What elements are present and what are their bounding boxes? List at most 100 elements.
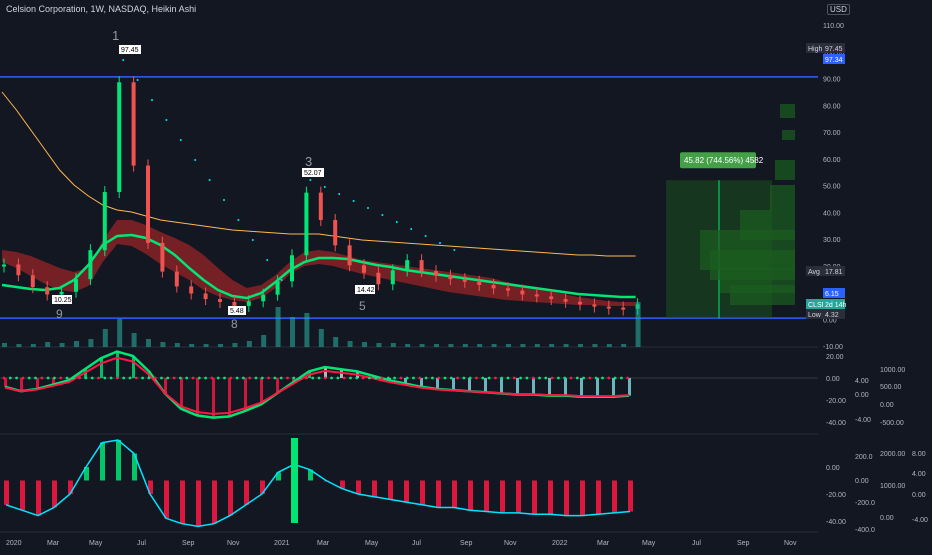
osc1-zero-dot <box>191 376 195 380</box>
osc1-zero-dot <box>550 376 554 380</box>
volume-bar <box>635 302 641 347</box>
osc1-zero-dot <box>494 376 497 380</box>
wave-label-3: 3 <box>305 154 312 169</box>
volume-bar <box>304 313 310 347</box>
osc1-histogram-bar <box>244 378 247 411</box>
osc2-tick-mid: 200.0 <box>855 454 873 461</box>
time-axis-label: Jul <box>412 540 421 547</box>
volume-bar <box>203 344 209 347</box>
osc1-zero-dot <box>462 376 466 380</box>
high-value-tag: 97.45 <box>825 46 843 53</box>
osc1-zero-dot <box>298 376 302 380</box>
time-axis-label: Jul <box>137 540 146 547</box>
volume-bar <box>290 317 295 347</box>
volume-bar <box>621 344 627 347</box>
osc1-zero-dot <box>216 376 220 380</box>
osc1-zero-dot <box>8 376 12 380</box>
candle-body <box>2 264 6 267</box>
osc1-zero-dot <box>229 376 233 380</box>
osc1-histogram-bar <box>500 378 503 394</box>
osc1-zero-dot <box>34 376 37 380</box>
osc1-zero-dot <box>569 376 573 380</box>
candle-body <box>131 82 136 166</box>
currency-badge[interactable]: USD <box>827 4 850 15</box>
time-axis-label: Sep <box>737 540 750 547</box>
trail-dot <box>223 199 225 201</box>
osc1-zero-dot <box>242 376 245 380</box>
osc2-bar <box>4 480 9 505</box>
osc1-zero-dot <box>109 376 113 380</box>
high-tag: High <box>808 46 823 53</box>
osc2-tick-left: -20.00 <box>826 492 846 499</box>
osc1-histogram-bar <box>532 378 535 395</box>
osc1-zero-dot <box>59 376 63 380</box>
candle-body <box>578 301 582 305</box>
blue-line-value-tag: 97.34 <box>825 57 843 64</box>
trail-dot <box>251 239 254 241</box>
osc1-zero-dot <box>481 376 485 380</box>
volume-bar <box>477 344 483 347</box>
osc2-bar <box>420 480 425 505</box>
osc2-bar <box>228 480 233 516</box>
trail-dot <box>453 249 456 251</box>
candle-body <box>160 242 165 272</box>
osc1-zero-dot <box>468 376 472 380</box>
volume-bar <box>549 344 555 347</box>
trail-dot <box>352 200 355 202</box>
time-axis-label: 2020 <box>6 540 22 547</box>
osc2-bar <box>564 480 569 516</box>
osc1-zero-dot <box>90 376 94 380</box>
osc1-zero-dot <box>487 376 491 380</box>
volume-bar <box>102 329 108 347</box>
candle-body <box>477 281 482 285</box>
volume-profile-bar <box>730 285 795 305</box>
volume-bar <box>261 335 267 347</box>
osc2-bar <box>372 480 377 497</box>
candle-body <box>376 272 381 285</box>
candle-body <box>506 288 510 291</box>
time-axis-label: Nov <box>504 540 517 547</box>
osc2-bar <box>180 480 185 524</box>
candle-body <box>606 306 611 309</box>
osc1-zero-dot <box>588 376 592 380</box>
osc1-zero-dot <box>260 376 264 380</box>
volume-bar <box>131 333 137 347</box>
trail-dot <box>194 159 197 161</box>
osc1-zero-dot <box>563 376 567 380</box>
osc1-histogram-bar <box>116 351 119 378</box>
symbol-title: Celsion Corporation, 1W, NASDAQ, Heikin … <box>6 4 197 14</box>
osc2-bar <box>404 480 409 503</box>
trail-dot <box>395 221 398 223</box>
candle-body <box>102 192 107 251</box>
osc1-zero-dot <box>374 376 378 380</box>
volume-bar <box>174 343 180 347</box>
osc1-zero-dot <box>311 376 315 380</box>
time-axis-label: May <box>642 540 656 547</box>
volume-bar <box>405 344 411 347</box>
osc1-zero-dot <box>437 376 441 380</box>
trail-dot <box>237 219 240 221</box>
osc1-histogram-bar <box>516 378 519 395</box>
price-tick-label: 50.00 <box>823 184 841 191</box>
candle-body <box>563 299 568 302</box>
osc1-zero-dot <box>506 376 510 380</box>
time-axis-label: May <box>89 540 103 547</box>
osc1-tick-left: -20.00 <box>826 398 846 405</box>
volume-bar <box>592 344 598 347</box>
chart-canvas[interactable]: 110.00100.0090.0080.0070.0060.0050.0040.… <box>0 0 932 550</box>
osc1-histogram-bar <box>180 378 183 409</box>
osc1-zero-dot <box>21 376 25 380</box>
time-axis-label: 2021 <box>274 540 290 547</box>
osc2-tick-mid: 0.00 <box>855 478 869 485</box>
osc1-zero-dot <box>582 376 585 380</box>
osc1-slow-line <box>4 356 630 415</box>
volume-profile-bar <box>782 130 795 140</box>
candle-body <box>275 281 280 295</box>
osc1-zero-dot <box>153 376 157 380</box>
osc1-histogram-bar <box>324 367 327 378</box>
candle-body <box>290 255 294 282</box>
osc1-zero-dot <box>519 376 522 380</box>
volume-bar <box>347 341 353 347</box>
candle-body <box>362 265 366 273</box>
candle-body <box>146 165 150 243</box>
